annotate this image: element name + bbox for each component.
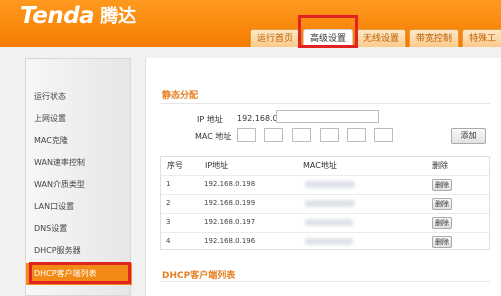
row-2-mac-redacted [305, 200, 355, 207]
row-divider [161, 175, 491, 176]
brand-name-en: Tenda [20, 3, 95, 29]
section-title-static: 静态分配 [162, 91, 199, 101]
sidebar-item-dhcp-server[interactable]: DHCP服务器 [26, 240, 132, 262]
sidebar-item-mac-clone[interactable]: MAC克隆 [26, 130, 132, 152]
row-divider [161, 232, 491, 233]
tab-home[interactable]: 运行首页 [250, 29, 301, 47]
header-delete: 删除 [432, 161, 448, 170]
sidebar-item-wan-media[interactable]: WAN介质类型 [26, 174, 132, 196]
header-mac: MAC地址 [303, 161, 337, 170]
row-4-mac-redacted [305, 238, 353, 245]
row-4-num: 4 [166, 237, 171, 245]
ip-last-octet-input[interactable] [276, 110, 379, 123]
row-4-ip: 192.168.0.196 [204, 237, 256, 245]
sidebar-highlight-frame [29, 262, 131, 284]
top-banner: Tenda 腾达 运行首页 高级设置 无线设置 带宽控制 特殊工 [0, 0, 501, 47]
add-button[interactable]: 添加 [451, 128, 486, 144]
sidebar-item-internet[interactable]: 上网设置 [26, 108, 132, 130]
tab-special[interactable]: 特殊工 [462, 29, 501, 47]
mac-field-4[interactable] [320, 128, 339, 142]
header-ip: IP地址 [205, 161, 229, 170]
row-3-mac-redacted [305, 219, 353, 226]
tab-bandwidth[interactable]: 带宽控制 [409, 29, 460, 47]
brand-name-cn: 腾达 [100, 6, 137, 27]
sidebar-item-wan-rate[interactable]: WAN速率控制 [26, 152, 132, 174]
row-2-ip: 192.168.0.199 [204, 199, 256, 207]
mac-field-1[interactable] [237, 128, 256, 142]
row-divider [161, 194, 491, 195]
section-divider [160, 103, 490, 104]
sidebar-item-status[interactable]: 运行状态 [26, 86, 132, 108]
row-3-num: 3 [166, 218, 171, 226]
tab-highlight-frame [298, 15, 358, 48]
row-1-ip: 192.168.0.198 [204, 180, 256, 188]
row-4-delete-button[interactable]: 删除 [432, 236, 452, 248]
row-1-mac-redacted [305, 181, 355, 188]
row-3-delete-button[interactable]: 删除 [432, 217, 452, 229]
row-3-ip: 192.168.0.197 [204, 218, 256, 226]
main-tabs: 运行首页 高级设置 无线设置 带宽控制 特殊工 [250, 29, 501, 47]
row-1-delete-button[interactable]: 删除 [432, 179, 452, 191]
sidebar-item-lan[interactable]: LAN口设置 [26, 196, 132, 218]
mac-label: MAC 地址 [195, 132, 232, 141]
mac-field-2[interactable] [264, 128, 283, 142]
sidebar: 运行状态 上网设置 MAC克隆 WAN速率控制 WAN介质类型 LAN口设置 D… [25, 58, 132, 296]
header-num: 序号 [167, 161, 183, 170]
tab-wireless[interactable]: 无线设置 [356, 29, 407, 47]
row-1-num: 1 [166, 180, 171, 188]
ip-prefix: 192.168.0. [237, 114, 281, 123]
row-2-delete-button[interactable]: 删除 [432, 198, 452, 210]
row-2-num: 2 [166, 199, 171, 207]
brand-logo: Tenda 腾达 [20, 4, 136, 28]
section-divider [160, 281, 490, 282]
mac-field-6[interactable] [374, 128, 393, 142]
mac-field-5[interactable] [347, 128, 366, 142]
ip-label: IP 地址 [197, 115, 223, 124]
mac-field-3[interactable] [292, 128, 311, 142]
row-divider [161, 213, 491, 214]
section-title-client-list: DHCP客户端列表 [162, 271, 236, 281]
sidebar-item-dns[interactable]: DNS设置 [26, 218, 132, 240]
